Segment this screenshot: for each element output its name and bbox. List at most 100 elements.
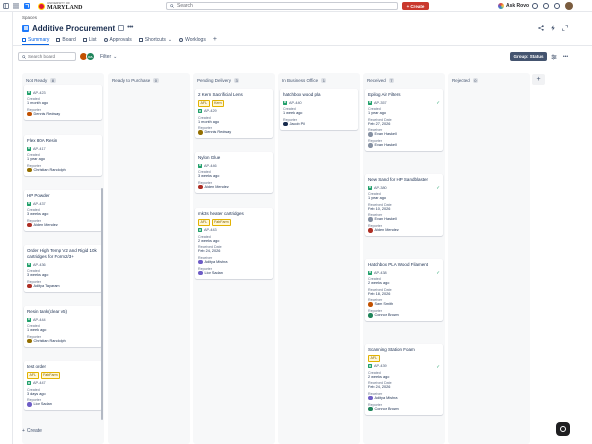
reporter: Connor Brown	[368, 313, 440, 318]
project-title-row: Additive Procurement •••	[22, 23, 133, 33]
tab-worklogs[interactable]: Worklogs	[179, 35, 206, 44]
worklogs-icon	[179, 37, 184, 42]
received-date-value: Feb 10, 2026	[368, 206, 391, 211]
tab-board[interactable]: Board	[56, 35, 76, 44]
filter-label: Filter	[100, 53, 112, 60]
group-by-button[interactable]: Group: Status	[510, 52, 547, 61]
done-check-icon: ✓	[436, 100, 440, 105]
issue-card[interactable]: Epilog Air Filters AP-357 ✓ Created 1 yea…	[365, 89, 443, 151]
avatar	[27, 111, 32, 117]
add-tab-icon[interactable]: +	[213, 36, 217, 43]
issue-card[interactable]: 2 Kern Sacrificial Lens AFL Kern AP-429 C…	[195, 89, 273, 138]
avatar[interactable]: RA	[86, 52, 95, 61]
avatar	[198, 259, 203, 265]
create-issue-button[interactable]: + Create	[22, 428, 42, 434]
tab-summary[interactable]: Summary	[22, 35, 50, 45]
column-scrollbar[interactable]	[101, 188, 103, 420]
reporter-name: Dennis Redway	[33, 111, 61, 116]
user-avatar[interactable]	[565, 2, 573, 10]
app-switcher-icon[interactable]	[13, 3, 19, 9]
rovo-icon	[498, 3, 504, 9]
more-options-icon[interactable]: •••	[127, 24, 133, 31]
issue-card[interactable]: hatchbox wood pla AP-440 Created 1 week …	[280, 89, 358, 130]
tab-label: Shortcuts	[144, 36, 166, 43]
issue-card[interactable]: test order AFL FabFarm AP-447 Created 3 d…	[24, 361, 102, 410]
add-column-button[interactable]: +	[532, 74, 545, 85]
issue-card[interactable]: Hatchbox PLA Wood Filament AP-438 ✓ Creat…	[365, 259, 443, 321]
issue-title: HP Powder	[27, 193, 50, 198]
column-title: In Business Office	[282, 77, 319, 83]
story-icon	[198, 163, 202, 168]
issue-key-row: AP-439 ✓	[368, 364, 440, 369]
tab-shortcuts[interactable]: Shortcuts ⌄	[138, 35, 172, 44]
column-title: Received	[367, 77, 386, 83]
breadcrumb[interactable]: Spaces	[22, 15, 37, 20]
create-button[interactable]: + Create	[402, 2, 429, 10]
notifications-icon[interactable]	[532, 3, 538, 9]
issue-key-row: AP-440	[283, 100, 355, 105]
column-count: 1	[321, 77, 327, 83]
column-header[interactable]: Ready to Purchase 0	[108, 73, 190, 87]
received-date-value: Feb 27, 2026	[368, 121, 391, 126]
issue-card[interactable]: Flex 80A Resin AP-417 Created 1 year ago…	[24, 135, 102, 176]
avatar	[368, 395, 373, 401]
reporter: Jacob Pil	[283, 122, 355, 127]
issue-title: Resin tank(clear v5)	[27, 309, 68, 314]
labels: AFL FabFarm	[198, 219, 270, 226]
issue-title: mk3s heater cartridges	[198, 211, 244, 216]
global-search-input[interactable]: Search	[166, 2, 398, 10]
column-header[interactable]: Rejected 0	[448, 73, 530, 87]
reporter-name: Aiden Mendez	[204, 184, 229, 189]
settings-icon[interactable]	[554, 3, 560, 9]
issue-card[interactable]: AP-423 Created 1 month ago Reporter Denn…	[24, 85, 102, 120]
help-icon[interactable]	[543, 3, 549, 9]
issue-card[interactable]: New Sand for HP Sandblaster AP-380 ✓ Crea…	[365, 174, 443, 236]
share-icon[interactable]	[537, 25, 544, 32]
reporter-name: Christian Randolph	[33, 167, 66, 172]
board-search-input[interactable]: Search board	[18, 52, 76, 61]
avatar	[368, 217, 373, 222]
created-value: 3 weeks ago	[27, 212, 49, 216]
tab-approvals[interactable]: Approvals	[103, 35, 132, 44]
done-check-icon: ✓	[436, 185, 440, 190]
reporter-name: Evan Haskell	[374, 143, 397, 147]
ask-rovo-label: Ask Rovo	[506, 3, 530, 9]
filter-button[interactable]: Filter ⌄	[97, 52, 120, 61]
issue-card[interactable]: mk3s heater cartridges AFL FabFarm AP-443…	[195, 208, 273, 279]
reporter: Lior Sadan	[198, 271, 270, 276]
reporter: Aditya Tayaram	[27, 284, 99, 289]
sidebar-toggle-icon[interactable]	[3, 3, 9, 9]
tab-label: Summary	[28, 36, 50, 43]
created-value: 1 year ago	[27, 157, 45, 161]
more-options-icon[interactable]: •••	[561, 52, 570, 61]
automation-icon[interactable]	[549, 25, 556, 32]
issue-key-row: AP-446	[198, 163, 270, 168]
column-header[interactable]: In Business Office 1	[278, 73, 360, 87]
ask-rovo-button[interactable]: Ask Rovo	[498, 2, 529, 10]
issue-card[interactable]: Order High Temp V2 and Rigid 10k cartrid…	[24, 245, 102, 292]
column-header[interactable]: Received 7	[363, 73, 445, 87]
issue-card[interactable]: Resin tank(clear v5) AP-444 Created 1 we…	[24, 306, 102, 347]
view-tabs: Summary Board List Approvals Shortcuts ⌄ …	[22, 35, 217, 45]
issue-card[interactable]: HP Powder AP-437 Created 3 weeks ago Rep…	[24, 190, 102, 231]
tab-list[interactable]: List	[82, 35, 97, 44]
issue-key: AP-437	[33, 201, 46, 206]
tab-label: Approvals	[109, 36, 132, 43]
fullscreen-icon[interactable]	[561, 25, 568, 32]
column-received: Received 7 Epilog Air Filters AP-357 ✓ Cr…	[363, 73, 445, 444]
left-rail	[0, 12, 13, 444]
team-icon[interactable]	[118, 25, 125, 31]
label-lozenge: AFL	[27, 372, 39, 379]
view-settings-icon[interactable]	[549, 52, 558, 61]
column-count: 8	[50, 77, 56, 83]
issue-card[interactable]: Nylon Glue AP-446 Created 3 weeks ago Re…	[195, 152, 273, 193]
university-logo[interactable]: UNIVERSITY OF MARYLAND	[38, 1, 82, 11]
jira-logo-icon[interactable]	[24, 3, 30, 9]
column-header[interactable]: Pending Delivery 3	[193, 73, 275, 87]
rovo-chat-button[interactable]	[556, 422, 570, 436]
issue-title: Hatchbox PLA Wood Filament	[368, 262, 428, 267]
labels: AFL Kern	[198, 100, 270, 107]
column-in-business-office: In Business Office 1 hatchbox wood pla A…	[278, 73, 360, 444]
issue-card[interactable]: Scanning Station Foam AFL AP-439 ✓ Create…	[365, 344, 443, 415]
receiver-name: Sam Smith	[374, 302, 394, 306]
